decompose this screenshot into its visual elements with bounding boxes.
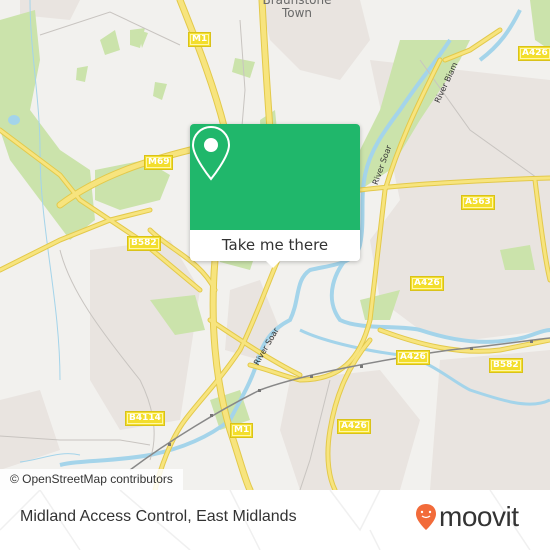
road-label-m69: M69 xyxy=(144,155,174,170)
popup-header xyxy=(190,124,360,230)
road-label-b582-west: B582 xyxy=(127,236,161,251)
take-me-there-button[interactable]: Take me there xyxy=(190,230,360,261)
road-label-a426-junction: A426 xyxy=(396,350,430,365)
popup-pointer xyxy=(265,260,281,268)
moovit-wordmark: moovit xyxy=(439,501,519,532)
moovit-pin-icon xyxy=(416,504,436,530)
road-label-a426-south: A426 xyxy=(337,419,371,434)
road-label-b4114: B4114 xyxy=(125,411,165,426)
map-attribution[interactable]: © OpenStreetMap contributors xyxy=(0,469,183,490)
location-popup: Take me there xyxy=(190,124,360,268)
road-label-a563: A563 xyxy=(461,195,495,210)
road-label-b582-east: B582 xyxy=(489,358,523,373)
place-label-braunstone-town: Braunstone Town xyxy=(262,0,332,20)
place-title: Midland Access Control, East Midlands xyxy=(20,508,297,525)
road-label-m1-south: M1 xyxy=(230,423,254,438)
map-pin-icon xyxy=(191,125,231,181)
road-label-a426-mid: A426 xyxy=(410,276,444,291)
place-label-text: Braunstone Town xyxy=(262,0,332,20)
road-label-a426-ne: A426 xyxy=(518,46,550,61)
footer-bar: Midland Access Control, East Midlands mo… xyxy=(0,490,550,550)
road-label-m1-north: M1 xyxy=(188,32,212,47)
map-view[interactable]: Braunstone Town M1 M69 B582 A426 A563 A4… xyxy=(0,0,550,490)
moovit-logo[interactable]: moovit xyxy=(415,501,519,532)
